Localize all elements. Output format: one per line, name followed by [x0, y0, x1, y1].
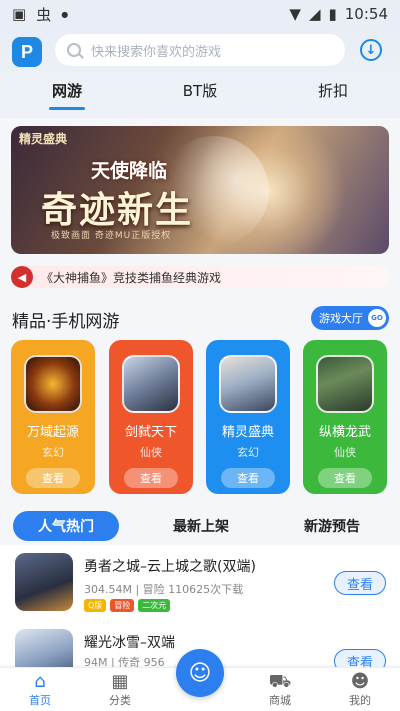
tab-new-arrivals[interactable]: 最新上架 — [148, 511, 254, 541]
game-name: 耀光冰雪–双端 — [84, 635, 175, 651]
nav-home[interactable]: ⌂ 首页 — [10, 672, 70, 708]
view-button[interactable]: 查看 — [26, 468, 80, 488]
section-title: 精品·手机网游 — [12, 312, 120, 332]
game-icon — [316, 355, 374, 413]
game-meta: 304.54M | 冒险 110625次下载 — [84, 583, 244, 596]
home-icon: ⌂ — [34, 671, 46, 692]
notice-bar[interactable]: ◀ 《大神捕鱼》竞技类捕鱼经典游戏 — [11, 266, 389, 288]
dot-icon: ● — [61, 9, 69, 19]
tab-label: BT版 — [182, 82, 218, 100]
game-icon — [122, 355, 180, 413]
status-bar: ▣ 虫 ● ▼ ◢ ▮ 10:54 — [0, 0, 400, 28]
tab-label: 折扣 — [317, 82, 348, 100]
game-tags: Q版 冒险 二次元 — [84, 599, 171, 612]
tab-label: 网游 — [51, 82, 82, 100]
game-category: 玄幻 — [237, 446, 259, 459]
banner-subtitle: 天使降临 — [91, 160, 168, 182]
tab-bt-version[interactable]: BT版 — [165, 80, 235, 101]
nav-label: 商城 — [269, 694, 291, 707]
game-icon — [219, 355, 277, 413]
tag: 冒险 — [110, 599, 135, 612]
tab-popular[interactable]: 人气热门 — [13, 511, 119, 541]
top-tabs: 网游 BT版 折扣 — [0, 80, 400, 110]
profile-icon: ☻ — [350, 671, 370, 692]
cart-icon: ⛟ — [268, 671, 292, 692]
nav-mall[interactable]: ⛟ 商城 — [250, 672, 310, 708]
nav-mine[interactable]: ☻ 我的 — [330, 672, 390, 708]
game-category: 仙侠 — [334, 446, 356, 459]
banner-title: 奇迹新生 — [41, 189, 194, 231]
featured-card[interactable]: 精灵盛典 玄幻 查看 — [206, 340, 290, 494]
view-button[interactable]: 查看 — [334, 571, 386, 595]
nav-label: 首页 — [29, 694, 51, 707]
wifi-icon: ▼ — [289, 5, 301, 23]
top-area: P 快来搜索你喜欢的游戏 ↓ 网游 BT版 折扣 — [0, 28, 400, 118]
app-logo[interactable]: P — [12, 37, 42, 67]
tag: 二次元 — [138, 599, 171, 612]
battery-icon: ▮ — [328, 5, 337, 23]
tab-active-indicator — [49, 107, 85, 110]
search-input[interactable]: 快来搜索你喜欢的游戏 — [55, 34, 345, 66]
tag: Q版 — [84, 599, 107, 612]
speaker-icon: ◀ — [11, 266, 33, 288]
promo-banner[interactable]: 精灵盛典 天使降临 奇迹新生 极致画面 奇迹MU正版授权 — [11, 126, 389, 254]
banner-brand: 精灵盛典 — [19, 132, 68, 146]
game-hall-label: 游戏大厅 — [319, 312, 363, 325]
grid-icon: ▦ — [111, 671, 129, 692]
clock: 10:54 — [344, 5, 388, 23]
go-badge: GO — [368, 309, 386, 327]
game-icon — [24, 355, 82, 413]
game-name: 剑弑天下 — [124, 425, 177, 440]
view-button[interactable]: 查看 — [124, 468, 178, 488]
search-icon — [67, 43, 81, 57]
game-name: 勇者之城–云上城之歌(双端) — [84, 559, 256, 575]
game-hall-button[interactable]: 游戏大厅 GO — [311, 306, 389, 330]
game-name: 精灵盛典 — [221, 425, 274, 440]
app-notification-icon: 虫 — [36, 5, 52, 24]
list-item[interactable]: 勇者之城–云上城之歌(双端) 304.54M | 冒险 110625次下载 Q版… — [0, 551, 400, 626]
notice-text: 《大神捕鱼》竞技类捕鱼经典游戏 — [41, 270, 222, 285]
list-tabs: 人气热门 最新上架 新游预告 — [11, 511, 391, 541]
nav-category[interactable]: ▦ 分类 — [90, 672, 150, 708]
nav-label: 分类 — [109, 694, 131, 707]
signal-icon: ◢ — [308, 5, 321, 23]
image-notification-icon: ▣ — [12, 5, 27, 23]
search-placeholder: 快来搜索你喜欢的游戏 — [91, 44, 222, 60]
game-category: 玄幻 — [42, 446, 64, 459]
tab-online-games[interactable]: 网游 — [32, 80, 102, 110]
shopping-bag-icon[interactable]: ☺ — [176, 649, 224, 697]
game-name: 纵横龙武 — [318, 425, 371, 440]
view-button[interactable]: 查看 — [221, 468, 275, 488]
nav-label: 我的 — [349, 694, 371, 707]
game-list: 勇者之城–云上城之歌(双端) 304.54M | 冒险 110625次下载 Q版… — [0, 545, 400, 687]
featured-card[interactable]: 纵横龙武 仙侠 查看 — [303, 340, 387, 494]
featured-games: 万域起源 玄幻 查看 剑弑天下 仙侠 查看 精灵盛典 玄幻 查看 纵横龙武 仙侠… — [11, 340, 391, 495]
tab-upcoming[interactable]: 新游预告 — [279, 511, 385, 541]
view-button[interactable]: 查看 — [318, 468, 372, 488]
banner-tagline: 极致画面 奇迹MU正版授权 — [51, 231, 172, 241]
download-icon[interactable]: ↓ — [360, 39, 382, 61]
featured-card[interactable]: 万域起源 玄幻 查看 — [11, 340, 95, 494]
game-name: 万域起源 — [26, 425, 79, 440]
featured-card[interactable]: 剑弑天下 仙侠 查看 — [109, 340, 193, 494]
game-category: 仙侠 — [140, 446, 162, 459]
tab-discount[interactable]: 折扣 — [298, 80, 368, 101]
game-icon — [15, 553, 73, 611]
